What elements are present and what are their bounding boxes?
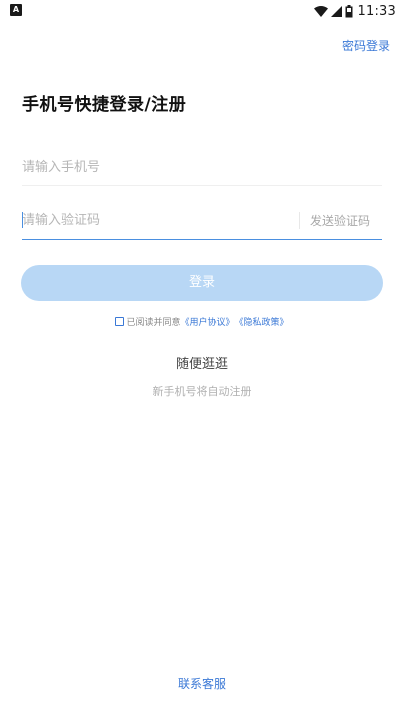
verification-code-input[interactable] xyxy=(22,203,292,237)
status-bar: A 11:33 xyxy=(0,0,404,22)
phone-input[interactable] xyxy=(22,151,382,183)
page-title: 手机号快捷登录/注册 xyxy=(22,95,187,115)
code-field-container: 发送验证码 xyxy=(22,203,382,240)
agreement-row: 已阅读并同意 《用户协议》 《隐私政策》 xyxy=(0,315,404,328)
cellular-signal-icon xyxy=(330,5,342,17)
phone-field-container xyxy=(22,151,382,186)
user-agreement-link[interactable]: 《用户协议》 xyxy=(180,315,234,328)
status-icons: 11:33 xyxy=(313,2,396,20)
agreement-checkbox[interactable] xyxy=(115,317,125,326)
send-code-button[interactable]: 发送验证码 xyxy=(310,212,370,229)
browse-button[interactable]: 随便逛逛 xyxy=(0,353,404,372)
text-cursor xyxy=(22,212,23,228)
password-login-link[interactable]: 密码登录 xyxy=(342,37,390,54)
notification-icon: A xyxy=(10,4,22,16)
clock: 11:33 xyxy=(357,3,396,19)
divider xyxy=(299,212,300,229)
login-button[interactable]: 登录 xyxy=(21,265,383,301)
battery-icon xyxy=(345,4,353,17)
wifi-icon xyxy=(313,5,328,17)
agreement-text: 已阅读并同意 xyxy=(126,318,181,328)
privacy-policy-link[interactable]: 《隐私政策》 xyxy=(235,315,289,328)
contact-support-link[interactable]: 联系客服 xyxy=(0,675,404,692)
auto-register-hint: 新手机号将自动注册 xyxy=(152,385,252,398)
